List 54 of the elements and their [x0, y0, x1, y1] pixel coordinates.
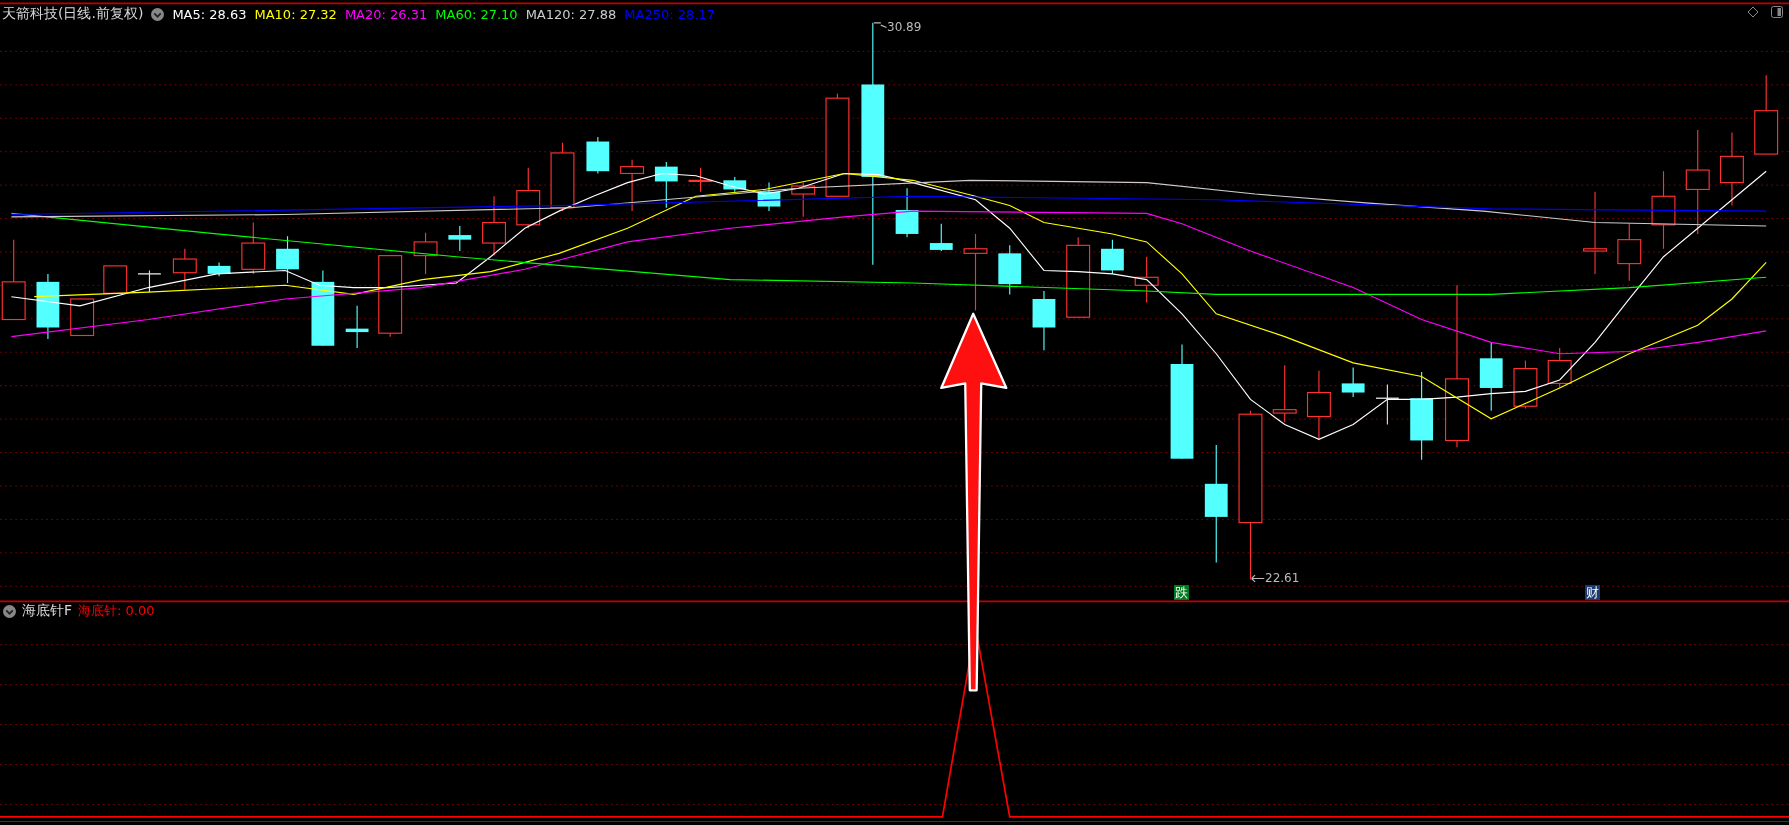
candlestick: [620, 159, 645, 212]
candlestick: [207, 261, 231, 277]
candlestick: [516, 167, 541, 229]
dropdown-icon[interactable]: [3, 604, 16, 618]
event-badge[interactable]: 跌: [1174, 585, 1190, 600]
candlestick: [276, 235, 299, 284]
candlestick: [172, 248, 197, 291]
low-price-label: 22.61: [1265, 571, 1300, 585]
indicator-title: 海底针F: [22, 602, 73, 620]
candlestick: [70, 298, 95, 337]
candlestick: [482, 195, 506, 257]
candlestick: [1306, 370, 1331, 440]
indicator-value: MA60: 27.10: [435, 6, 518, 22]
low-pointer-icon: [1251, 574, 1265, 583]
candlestick: [1547, 347, 1572, 389]
panel-toggle-icon[interactable]: [1771, 6, 1783, 18]
candlestick: [1513, 360, 1538, 410]
candlestick: [413, 232, 438, 275]
candlestick: [998, 244, 1022, 295]
candlestick: [757, 182, 781, 212]
candlestick: [1032, 290, 1056, 351]
candlestick: [550, 142, 575, 212]
candlestick: [36, 273, 60, 340]
dropdown-icon[interactable]: [151, 7, 165, 21]
candlestick: [895, 187, 919, 238]
candlestick: [688, 167, 713, 193]
candlestick: [137, 269, 162, 293]
candlestick: [929, 223, 953, 252]
candlestick: [791, 182, 816, 218]
candlestick: [448, 225, 472, 252]
candlestick: [345, 305, 369, 349]
candlestick: [586, 136, 610, 175]
indicator-value: MA5: 28.63: [172, 6, 247, 22]
indicator-value: MA10: 27.32: [254, 6, 337, 22]
event-badge[interactable]: 财: [1584, 585, 1600, 600]
candlestick: [1341, 366, 1365, 398]
candlestick: [654, 161, 678, 209]
candlestick: [1272, 364, 1297, 423]
candlestick: [241, 221, 266, 275]
indicator-value: MA250: 28.17: [624, 6, 715, 22]
stock-title: 天箭科技(日线.前复权): [2, 5, 144, 23]
candlestick: [1375, 384, 1400, 426]
high-pointer-icon: [873, 22, 888, 28]
high-price-label: 30.89: [887, 20, 922, 34]
candlestick: [1479, 341, 1503, 412]
candlestick: [723, 176, 747, 193]
candlestick: [1101, 239, 1124, 275]
indicator-value: MA20: 26.31: [344, 6, 428, 22]
indicator-value: MA120: 27.88: [525, 6, 617, 22]
diamond-icon[interactable]: [1747, 6, 1759, 18]
indicator-value: 海底针: 0.00: [78, 602, 155, 620]
candlestick: [1134, 256, 1159, 303]
candlestick: [103, 265, 128, 294]
candlestick: [1617, 223, 1642, 282]
